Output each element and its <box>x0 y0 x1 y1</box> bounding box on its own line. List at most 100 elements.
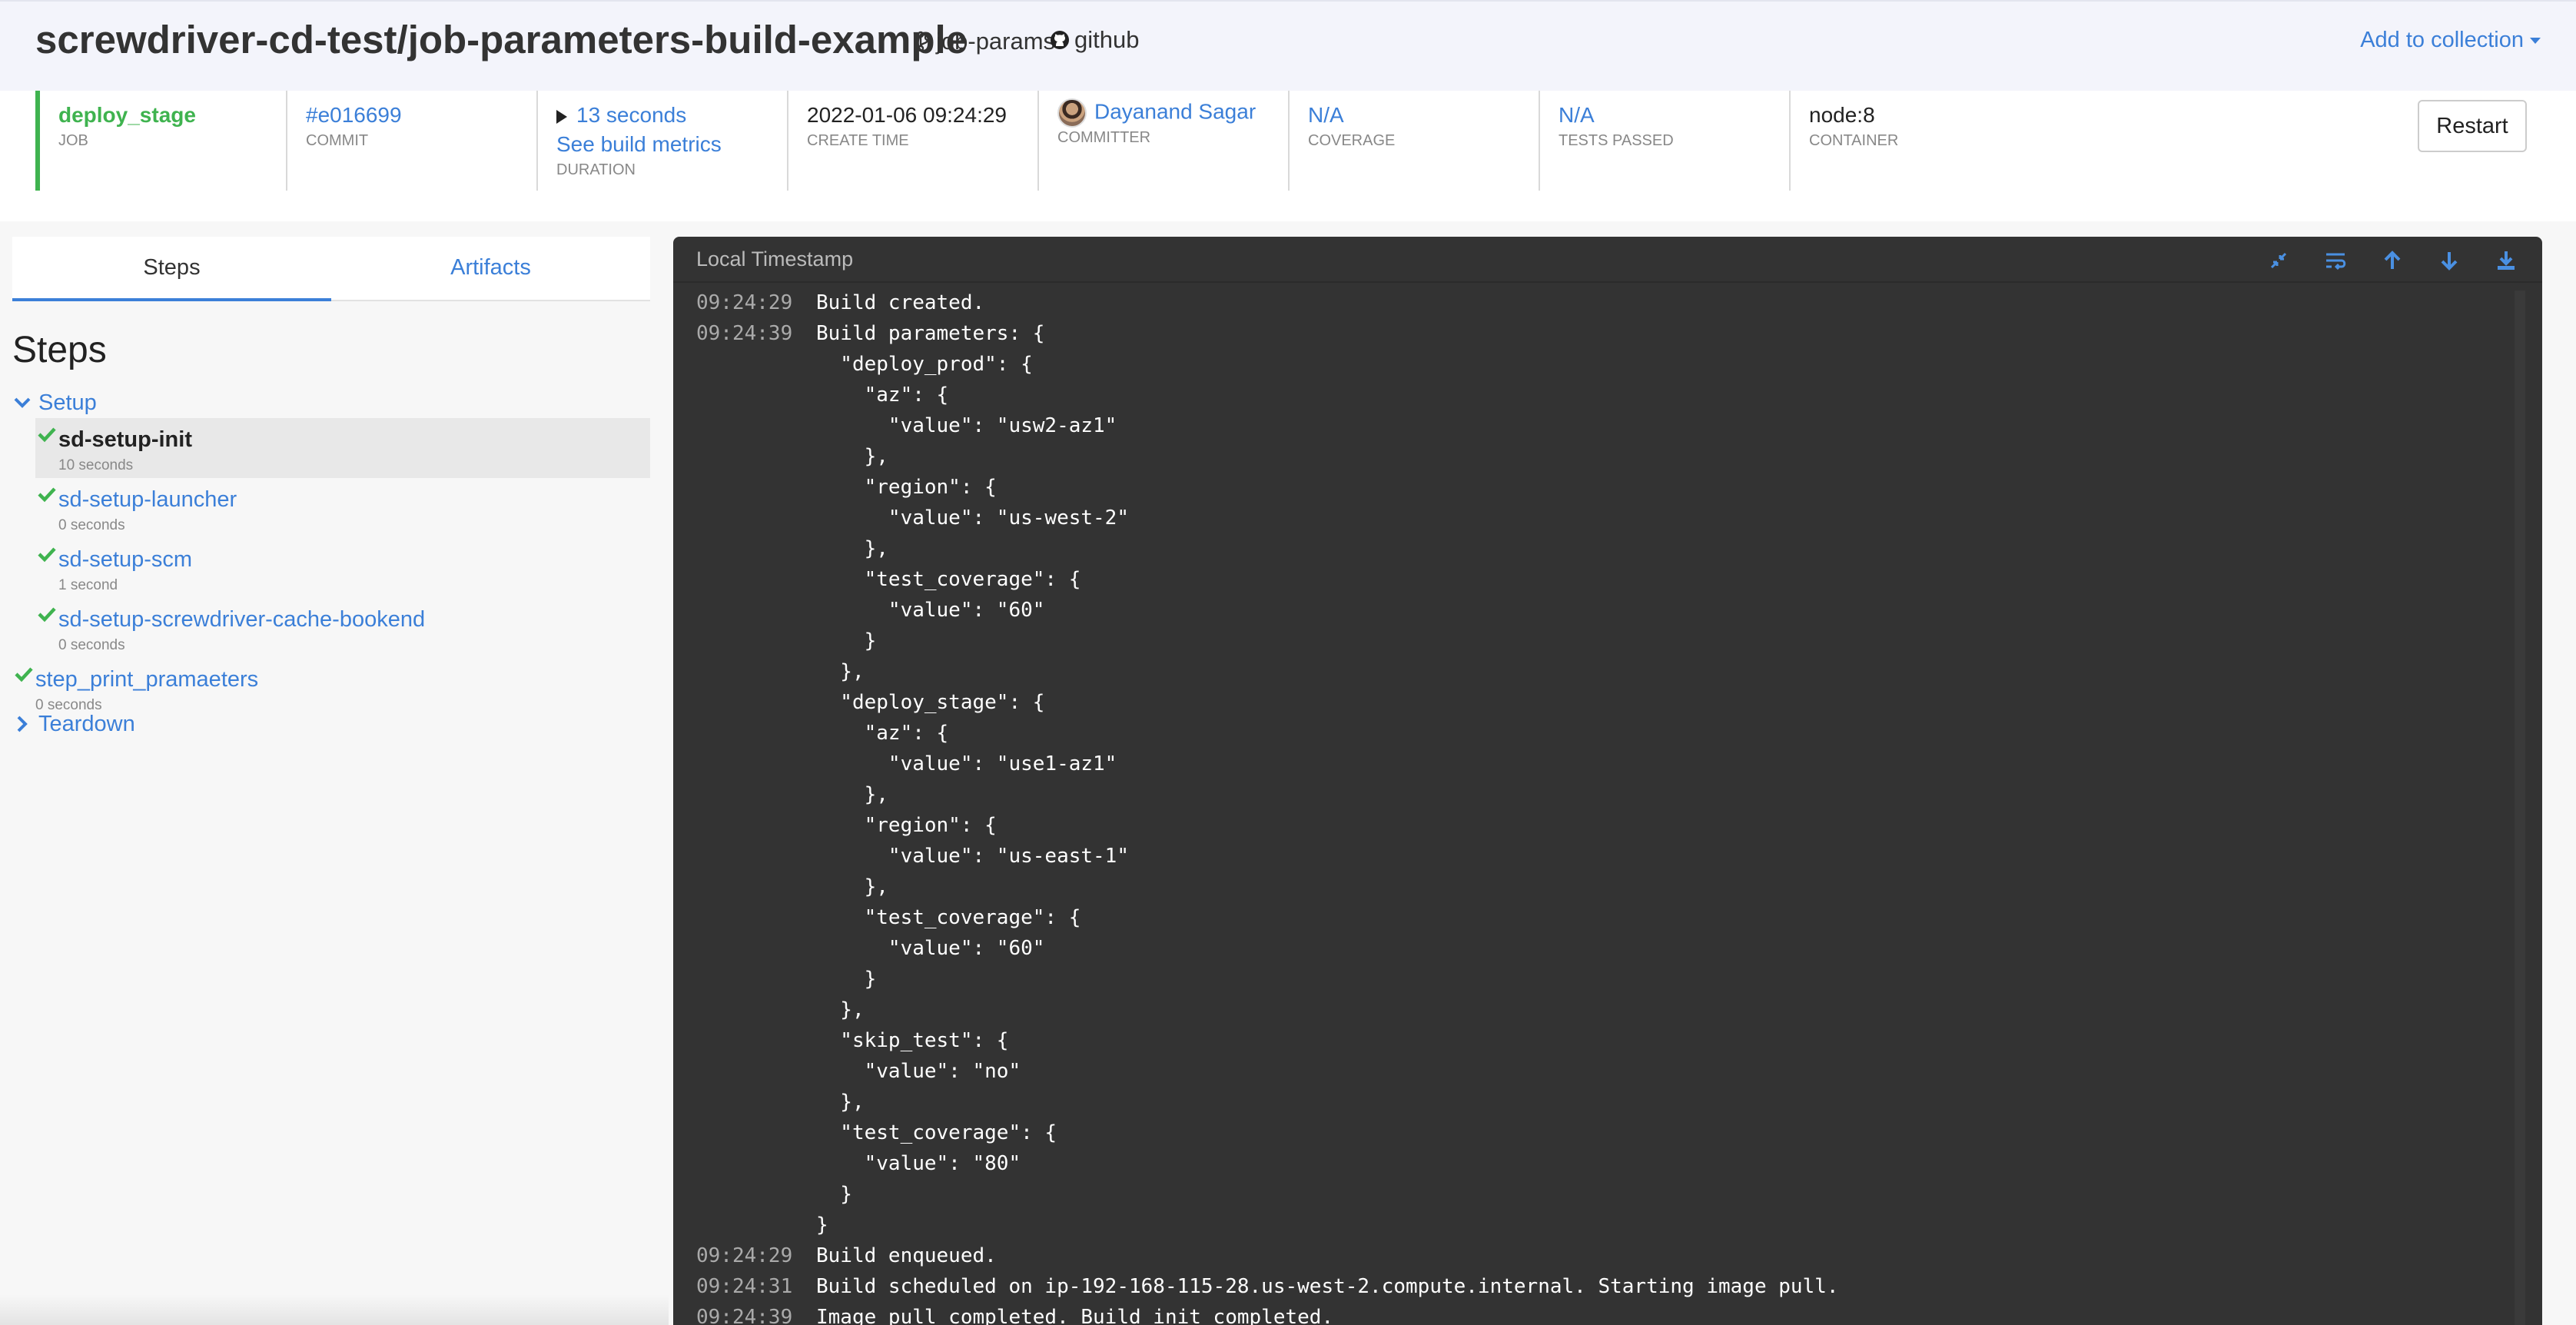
log-text: }, <box>816 998 865 1021</box>
steps-artifacts-tabs: Steps Artifacts <box>12 237 650 301</box>
log-line: }, <box>696 779 2542 810</box>
timestamp-format-toggle[interactable]: Local Timestamp <box>696 247 853 271</box>
log-text: "value": "use1-az1" <box>816 752 1117 775</box>
step-duration: 0 seconds <box>58 637 125 653</box>
log-line: "region": { <box>696 472 2542 503</box>
create-time-info: 2022-01-06 09:24:29 CREATE TIME <box>788 91 1039 191</box>
log-line: "value": "no" <box>696 1056 2542 1087</box>
log-line: "value": "usw2-az1" <box>696 410 2542 441</box>
step-duration: 0 seconds <box>35 697 102 713</box>
step-name: sd-setup-scm <box>58 547 193 572</box>
job-info: deploy_stage JOB <box>35 91 287 191</box>
log-line: "skip_test": { <box>696 1025 2542 1056</box>
step-duration: 0 seconds <box>58 517 125 533</box>
restart-button[interactable]: Restart <box>2418 100 2527 152</box>
step-tree: Setup sd-setup-init 10 seconds sd-setup-… <box>12 387 650 739</box>
step-name: sd-setup-init <box>58 427 192 452</box>
log-text: } <box>816 1183 852 1206</box>
log-line: "az": { <box>696 718 2542 749</box>
container-info: node:8 CONTAINER <box>1791 91 2041 191</box>
arrow-down-icon[interactable] <box>2436 247 2462 274</box>
log-text: "test_coverage": { <box>816 568 1081 591</box>
committer-info: Dayanand Sagar COMMITTER <box>1039 91 1290 191</box>
chevron-down-icon <box>14 397 31 408</box>
log-text: "value": "us-west-2" <box>816 506 1129 530</box>
log-line: "test_coverage": { <box>696 1117 2542 1148</box>
log-text: "value": "60" <box>816 599 1045 622</box>
log-text: "az": { <box>816 722 949 745</box>
log-text: "deploy_prod": { <box>816 353 1033 376</box>
log-line: }, <box>696 656 2542 687</box>
log-content: 09:24:29 Build created. 09:24:39 Build para… <box>673 284 2542 1325</box>
step-duration: 10 seconds <box>58 457 134 473</box>
check-icon <box>15 667 33 682</box>
committer-link[interactable]: Dayanand Sagar <box>1094 99 1256 123</box>
log-line: "deploy_stage": { <box>696 687 2542 718</box>
log-text: "az": { <box>816 384 949 407</box>
step-item[interactable]: step_print_pramaeters 0 seconds <box>12 658 650 718</box>
committer-label: COMMITTER <box>1057 129 1151 146</box>
log-line: }, <box>696 995 2542 1025</box>
log-line: } <box>696 1210 2542 1240</box>
job-name: deploy_stage <box>58 103 196 127</box>
check-icon <box>38 427 56 443</box>
step-item[interactable]: sd-setup-screwdriver-cache-bookend 0 sec… <box>35 598 650 658</box>
log-line: "deploy_prod": { <box>696 349 2542 380</box>
log-text: Build enqueued. <box>816 1244 997 1267</box>
log-line: } <box>696 1179 2542 1210</box>
play-icon <box>556 109 567 124</box>
arrow-up-icon[interactable] <box>2379 247 2405 274</box>
log-text: Build parameters: { <box>816 322 1045 345</box>
log-text: "region": { <box>816 476 997 499</box>
tests-label: TESTS PASSED <box>1559 132 1674 149</box>
log-text: }, <box>816 537 888 560</box>
log-line: "test_coverage": { <box>696 902 2542 933</box>
commit-link[interactable]: #e016699 <box>306 103 536 128</box>
setup-group-label: Setup <box>38 390 97 415</box>
log-text: "value": "80" <box>816 1152 1021 1175</box>
log-text: Build created. <box>816 291 985 314</box>
step-name: sd-setup-launcher <box>58 487 237 512</box>
duration-info: 13 seconds See build metrics DURATION <box>538 91 788 191</box>
commit-label: COMMIT <box>306 132 369 149</box>
branch-name: job-params <box>936 28 1056 55</box>
tests-value[interactable]: N/A <box>1559 103 1789 128</box>
add-to-collection-label: Add to collection <box>2360 28 2524 52</box>
repo-source-label: github <box>1074 26 1140 53</box>
log-text: }, <box>816 783 888 806</box>
log-line: }, <box>696 441 2542 472</box>
build-info-bar: deploy_stage JOB #e016699 COMMIT 13 seco… <box>0 91 2576 221</box>
repo-source[interactable]: github <box>1050 26 1139 54</box>
log-line: "value": "60" <box>696 595 2542 626</box>
log-text: "value": "no" <box>816 1060 1021 1083</box>
collapse-icon[interactable] <box>2266 247 2292 274</box>
log-line: 09:24:29 Build created. <box>696 287 2542 318</box>
check-icon <box>38 607 56 623</box>
job-label: JOB <box>58 132 88 149</box>
commit-info: #e016699 COMMIT <box>287 91 538 191</box>
coverage-value[interactable]: N/A <box>1308 103 1539 128</box>
step-duration: 1 second <box>58 577 118 593</box>
add-to-collection-dropdown[interactable]: Add to collection <box>2360 28 2541 53</box>
log-text: }, <box>816 660 865 683</box>
step-item[interactable]: sd-setup-launcher 0 seconds <box>35 478 650 538</box>
build-metrics-link[interactable]: See build metrics <box>556 132 787 157</box>
log-scrollbar[interactable] <box>2515 291 2525 1325</box>
branch-info: job-params <box>916 28 1055 55</box>
log-text: }, <box>816 1091 865 1114</box>
step-item[interactable]: sd-setup-scm 1 second <box>35 538 650 598</box>
tab-artifacts[interactable]: Artifacts <box>331 237 650 301</box>
step-name: sd-setup-screwdriver-cache-bookend <box>58 607 426 632</box>
download-icon[interactable] <box>2493 247 2519 274</box>
log-line: }, <box>696 872 2542 902</box>
tab-steps[interactable]: Steps <box>12 237 331 301</box>
step-item[interactable]: sd-setup-init 10 seconds <box>35 418 650 478</box>
duration-label: DURATION <box>556 161 636 178</box>
log-header: Local Timestamp <box>673 237 2542 283</box>
log-text: } <box>816 629 877 653</box>
wrap-lines-icon[interactable] <box>2322 247 2349 274</box>
setup-group-toggle[interactable]: Setup <box>12 387 650 418</box>
duration-toggle[interactable]: 13 seconds <box>556 103 787 128</box>
coverage-info: N/A COVERAGE <box>1290 91 1540 191</box>
log-line: "value": "60" <box>696 933 2542 964</box>
